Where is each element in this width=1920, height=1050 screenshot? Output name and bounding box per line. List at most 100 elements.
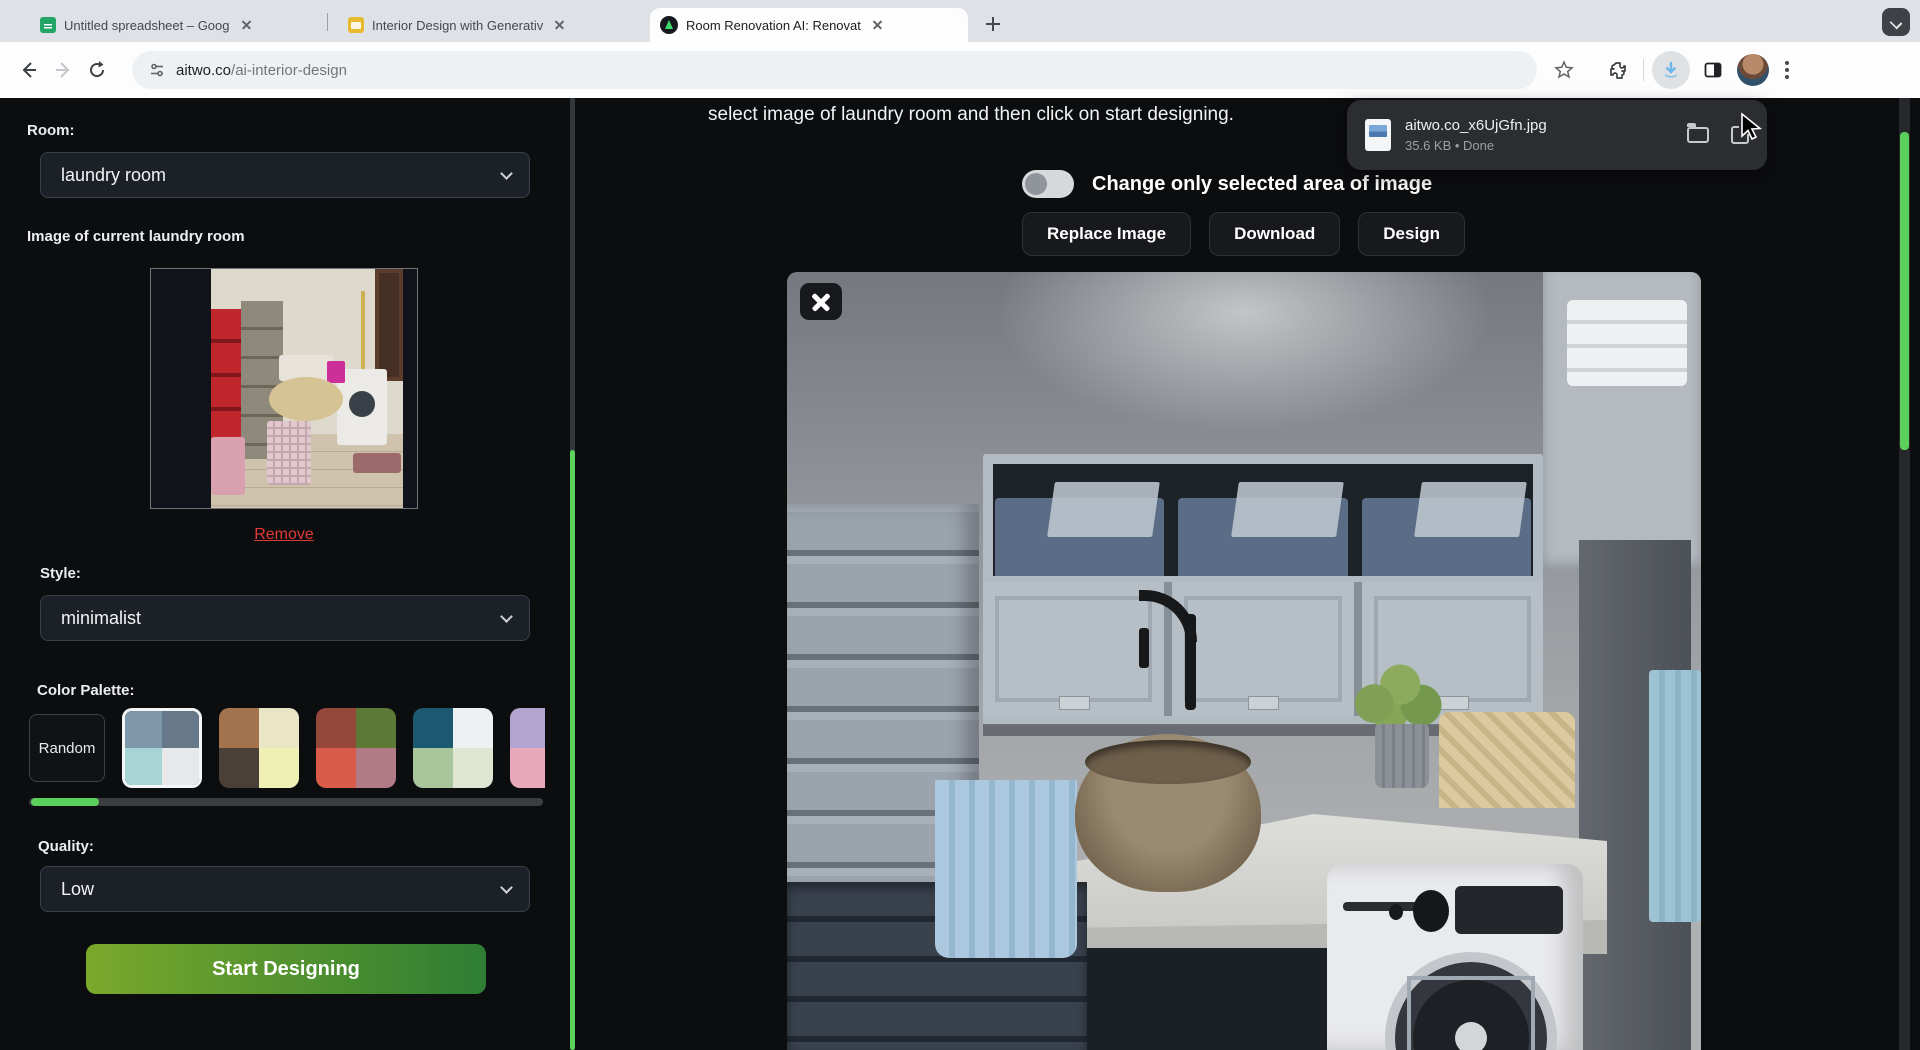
tab-spreadsheet[interactable]: Untitled spreadsheet – Goog <box>30 8 320 42</box>
quality-label: Quality: <box>38 838 94 855</box>
tab-strip: Untitled spreadsheet – Goog Interior Des… <box>0 0 1920 42</box>
new-tab-button[interactable] <box>980 11 1006 37</box>
forward-icon[interactable] <box>46 53 80 87</box>
color-palette-label: Color Palette: <box>37 682 135 699</box>
swatch-color <box>162 711 199 748</box>
download-button[interactable]: Download <box>1209 212 1340 256</box>
bookmark-star-icon[interactable] <box>1547 53 1581 87</box>
download-filename: aitwo.co_x6UjGfn.jpg <box>1405 117 1547 134</box>
swatch-color <box>453 748 493 788</box>
chevron-down-icon <box>500 881 513 894</box>
tab-title: Untitled spreadsheet – Goog <box>64 18 230 33</box>
storage-bin <box>995 498 1164 576</box>
faucet-pole <box>1185 614 1196 710</box>
google-sheets-icon <box>40 17 56 33</box>
swatch-color <box>259 748 299 788</box>
download-bubble[interactable]: aitwo.co_x6UjGfn.jpg 35.6 KB • Done <box>1347 100 1767 170</box>
menu-kebab-icon[interactable] <box>1770 53 1804 87</box>
url-path: /ai-interior-design <box>231 62 347 79</box>
palette-swatch-partial[interactable] <box>510 708 545 788</box>
tab-divider <box>327 13 328 31</box>
swatch-color <box>356 708 396 748</box>
style-label: Style: <box>40 565 81 582</box>
storage-bin <box>1362 498 1531 576</box>
hanging-blue-towel <box>1649 670 1701 922</box>
remove-image-link[interactable]: Remove <box>0 526 568 544</box>
thumb-detergent <box>327 361 345 383</box>
swatch-color <box>316 748 356 788</box>
avatar[interactable] <box>1736 53 1770 87</box>
swatch-color <box>356 748 396 788</box>
selected-area-toggle[interactable] <box>1022 170 1074 198</box>
open-cabinet-top <box>993 464 1533 576</box>
palette-scrollbar-thumb[interactable] <box>31 798 99 806</box>
design-options-sidebar: Room: laundry room Image of current laun… <box>0 98 570 1050</box>
palette-swatch[interactable] <box>219 708 299 788</box>
extensions-puzzle-icon[interactable] <box>1601 53 1635 87</box>
side-panel-icon[interactable] <box>1696 53 1730 87</box>
instruction-text: select image of laundry room and then cl… <box>708 104 1234 126</box>
swatch-color <box>316 708 356 748</box>
swatch-color <box>219 708 259 748</box>
replace-image-button[interactable]: Replace Image <box>1022 212 1191 256</box>
cabinet-door <box>983 582 1164 716</box>
site-settings-icon[interactable] <box>148 61 166 79</box>
palette-swatch[interactable] <box>413 708 493 788</box>
room-select-value: laundry room <box>61 165 166 186</box>
page-scrollbar-thumb[interactable] <box>1900 132 1909 450</box>
close-icon[interactable] <box>551 16 569 34</box>
thumb-round-table <box>269 377 343 421</box>
tab-title: Room Renovation AI: Renovat <box>686 18 861 33</box>
palette-swatch-selected[interactable] <box>122 708 202 788</box>
room-select[interactable]: laundry room <box>40 152 530 198</box>
random-palette-button[interactable]: Random <box>29 714 105 782</box>
style-select[interactable]: minimalist <box>40 595 530 641</box>
page-scrollbar[interactable] <box>1899 98 1910 1050</box>
palette-swatch[interactable] <box>316 708 396 788</box>
close-icon[interactable] <box>238 16 256 34</box>
chevron-down-icon <box>500 610 513 623</box>
tab-interior-design[interactable]: Interior Design with Generativ <box>338 8 633 42</box>
back-icon[interactable] <box>12 53 46 87</box>
tab-search-chevron-icon[interactable] <box>1882 8 1910 36</box>
url-bar[interactable]: aitwo.co/ai-interior-design <box>132 51 1537 89</box>
uploaded-room-thumbnail[interactable] <box>150 268 418 509</box>
mouse-cursor <box>1738 112 1764 142</box>
browser-toolbar: aitwo.co/ai-interior-design <box>0 42 1920 98</box>
tab-room-renovation-active[interactable]: Room Renovation AI: Renovat <box>650 8 968 42</box>
washer-door <box>1385 952 1557 1050</box>
chevron-down-icon <box>500 167 513 180</box>
toggle-row: Change only selected area of image <box>1022 170 1432 198</box>
toggle-knob <box>1025 173 1047 195</box>
page-content: Room: laundry room Image of current laun… <box>0 98 1920 1050</box>
swatch-color <box>125 711 162 748</box>
potted-plant-leaves <box>1343 658 1447 734</box>
swatch-color <box>259 708 299 748</box>
url-host: aitwo.co <box>176 62 231 79</box>
close-image-button[interactable] <box>800 283 842 320</box>
sidebar-scrollbar[interactable] <box>570 98 575 1050</box>
style-select-value: minimalist <box>61 608 141 629</box>
washer-knob <box>1413 890 1449 932</box>
palette-row: Random <box>29 706 545 790</box>
download-icon[interactable] <box>1652 51 1690 89</box>
swatch-color <box>413 708 453 748</box>
quality-select[interactable]: Low <box>40 866 530 912</box>
palette-scrollbar[interactable] <box>29 798 543 806</box>
main-panel: select image of laundry room and then cl… <box>577 98 1910 1050</box>
design-button[interactable]: Design <box>1358 212 1465 256</box>
reload-icon[interactable] <box>80 53 114 87</box>
show-in-folder-icon[interactable] <box>1687 127 1709 143</box>
swatch-color <box>219 748 259 788</box>
swatch-color <box>125 748 162 785</box>
close-icon[interactable] <box>869 16 887 34</box>
tab-title: Interior Design with Generativ <box>372 18 543 33</box>
storage-bin <box>1178 498 1347 576</box>
ceiling-light-glow <box>974 272 1514 442</box>
action-buttons-row: Replace Image Download Design <box>1022 212 1465 256</box>
sidebar-scrollbar-thumb[interactable] <box>570 450 575 1050</box>
plant-pot <box>1375 724 1429 788</box>
washing-machine <box>1327 864 1583 1050</box>
swatch-color <box>453 708 493 748</box>
start-designing-button[interactable]: Start Designing <box>86 944 486 994</box>
